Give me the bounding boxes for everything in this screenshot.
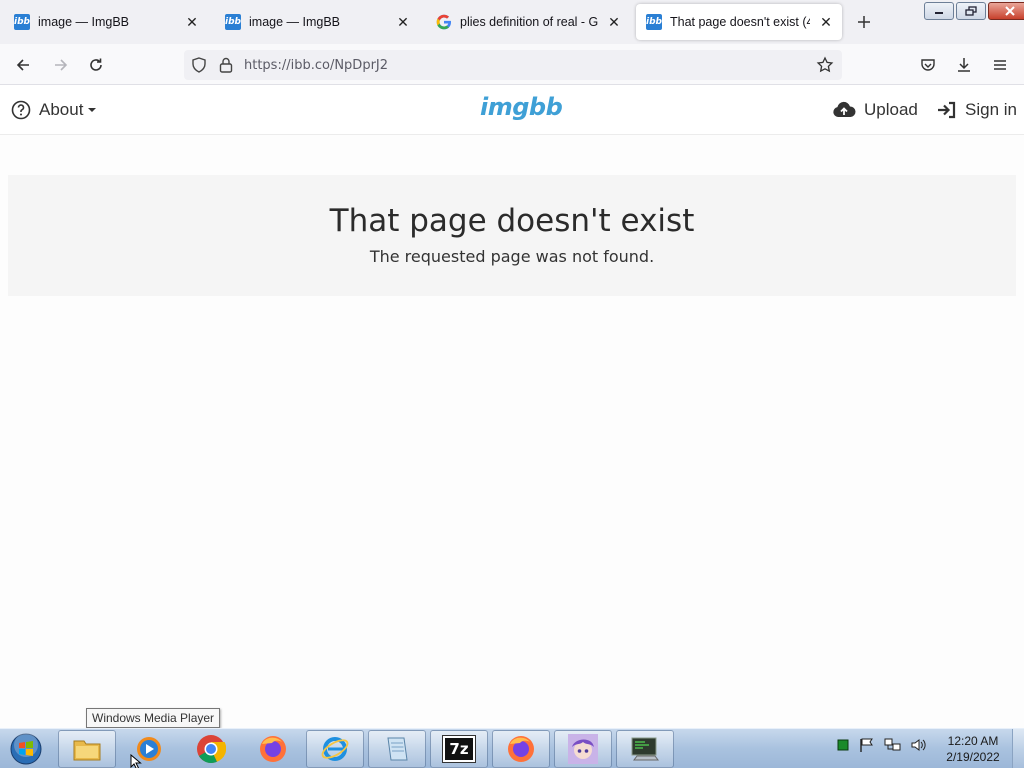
url-bar[interactable]: https://ibb.co/NpDprJ2 [184,50,842,80]
mouse-cursor-icon [130,754,142,768]
arrow-right-icon [55,59,68,71]
close-icon [1005,6,1015,16]
site-header: About imgbb Upload Sign in [0,85,1024,135]
help-circle-icon [11,100,31,120]
caret-down-icon [88,108,97,112]
navigation-toolbar: https://ibb.co/NpDprJ2 [0,44,1024,85]
internet-explorer-icon [321,737,349,761]
menu-button[interactable] [987,52,1013,78]
back-button[interactable] [10,52,36,78]
pocket-button[interactable] [915,52,941,78]
window-controls [924,2,1024,20]
google-favicon-icon [436,14,451,30]
windows-start-orb-icon [10,733,42,765]
url-text[interactable]: https://ibb.co/NpDprJ2 [244,58,388,73]
forward-button[interactable] [48,52,74,78]
reload-icon [90,58,102,71]
close-tab-icon[interactable]: ✕ [604,12,624,32]
about-label: About [39,100,84,119]
firefox-icon [260,736,286,762]
error-message: The requested page was not found. [369,247,655,266]
tray-app-icon[interactable] [836,738,850,752]
terminal-icon [631,737,659,761]
anime-app-icon [568,734,598,764]
start-button[interactable] [6,730,46,768]
bookmark-star-icon[interactable] [816,56,834,74]
shield-icon[interactable] [190,56,208,74]
close-tab-icon[interactable]: ✕ [393,12,413,32]
7zip-icon: 7z [442,735,476,763]
minimize-button[interactable] [924,2,954,20]
close-tab-icon[interactable]: ✕ [816,12,836,32]
download-icon [958,58,970,72]
cloud-upload-icon [833,101,856,117]
taskbar-7zip[interactable]: 7z [430,730,488,768]
system-clock[interactable]: 12:20 AM 2/19/2022 [940,733,1006,765]
taskbar-firefox[interactable] [244,730,302,768]
minimize-icon [935,12,943,14]
show-desktop-button[interactable] [1012,729,1024,768]
upload-label: Upload [864,100,918,119]
sign-in-label: Sign in [965,100,1017,119]
tab-3[interactable]: plies definition of real - Goog ✕ [426,4,630,40]
imgbb-logo[interactable]: imgbb [480,93,563,121]
tab-1[interactable]: ibb image — ImgBB ✕ [4,4,208,40]
tab-title: plies definition of real - Goog [460,15,598,29]
windows-explorer-icon [73,740,101,761]
reload-button[interactable] [83,52,109,78]
system-tray [836,737,928,753]
clock-date: 2/19/2022 [946,750,1000,764]
pocket-icon [921,59,935,71]
ibb-favicon-icon: ibb [225,14,241,30]
tab-strip: ibb image — ImgBB ✕ ibb image — ImgBB ✕ … [0,0,1024,44]
about-menu[interactable]: About [11,100,97,120]
close-tab-icon[interactable]: ✕ [182,12,202,32]
taskbar: 7z 12:20 AM 2/19/2022 [0,728,1024,768]
taskbar-notepad[interactable] [368,730,426,768]
notepad-icon [387,737,408,761]
taskbar-terminal[interactable] [616,730,674,768]
tab-2[interactable]: ibb image — ImgBB ✕ [215,4,419,40]
new-tab-button[interactable] [852,10,876,34]
plus-icon [858,16,870,28]
lock-icon[interactable] [218,56,234,74]
network-icon[interactable] [884,737,902,753]
sign-in-button[interactable]: Sign in [936,100,1017,120]
clock-time: 12:20 AM [947,734,999,748]
tab-4-active[interactable]: ibb That page doesn't exist (404) ✕ [636,4,842,40]
firefox-icon [508,736,534,762]
action-center-flag-icon[interactable] [858,737,876,753]
taskbar-anime-app[interactable] [554,730,612,768]
volume-icon[interactable] [910,737,928,753]
taskbar-media-player[interactable] [120,730,178,768]
hamburger-menu-icon [994,60,1006,70]
taskbar-firefox-2[interactable] [492,730,550,768]
tab-title: image — ImgBB [249,15,341,29]
chrome-icon [197,735,226,763]
taskbar-chrome[interactable] [182,730,240,768]
ibb-favicon-icon: ibb [646,14,662,30]
close-window-button[interactable] [988,2,1024,20]
restore-button[interactable] [956,2,986,20]
restore-icon [965,6,977,16]
arrow-left-icon [16,59,29,71]
upload-button[interactable]: Upload [832,100,918,120]
tab-title: image — ImgBB [38,15,130,29]
downloads-button[interactable] [951,52,977,78]
taskbar-tooltip: Windows Media Player [86,708,221,728]
screen: ibb image — ImgBB ✕ ibb image — ImgBB ✕ … [0,0,1024,768]
sign-in-icon [938,101,956,119]
tab-title: That page doesn't exist (404) [670,15,810,29]
ibb-favicon-icon: ibb [14,14,30,30]
taskbar-explorer[interactable] [58,730,116,768]
error-title: That page doesn't exist [329,203,695,239]
taskbar-internet-explorer[interactable] [306,730,364,768]
error-panel: That page doesn't exist The requested pa… [8,175,1016,296]
